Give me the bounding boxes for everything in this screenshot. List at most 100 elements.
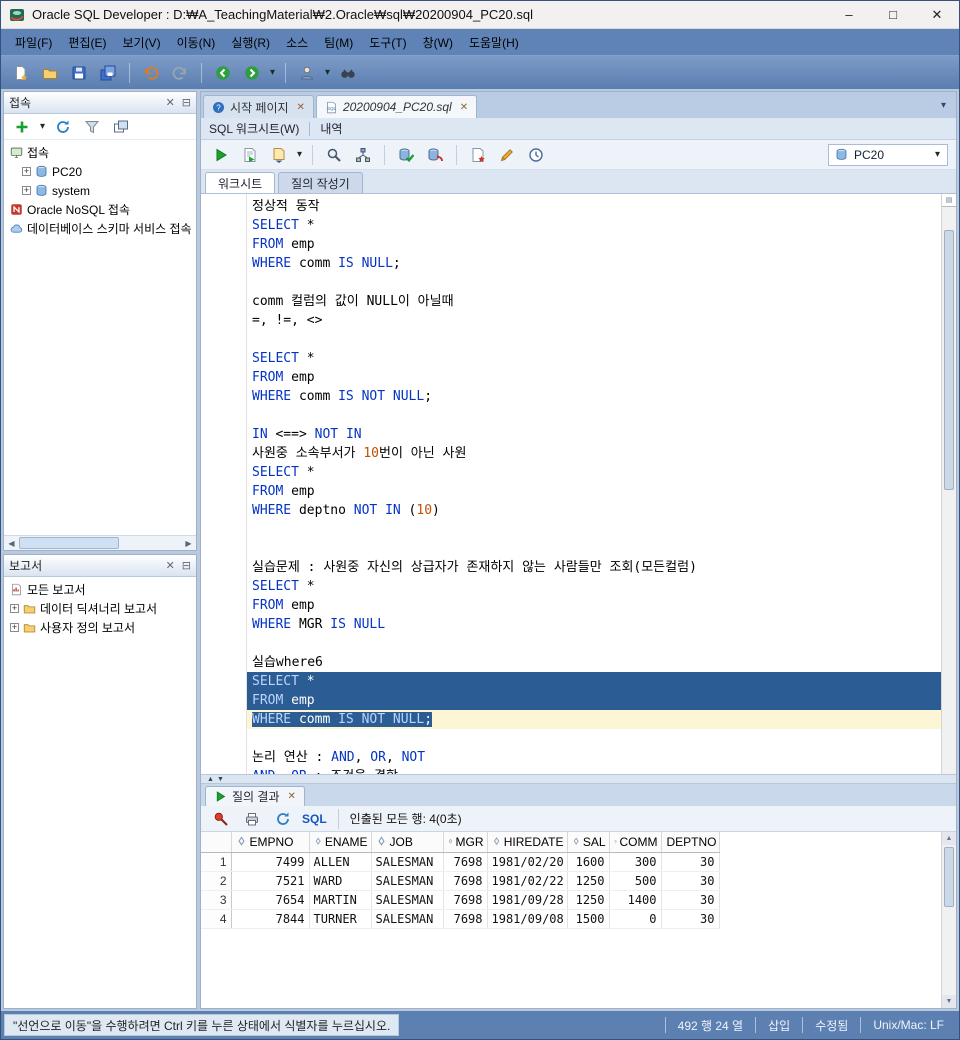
column-header[interactable]: HIREDATE [487, 832, 568, 853]
data-cell[interactable]: 300 [609, 852, 662, 872]
scroll-down-icon[interactable]: ▼ [942, 995, 956, 1008]
filter-button[interactable] [80, 115, 104, 139]
redo-button[interactable] [168, 61, 192, 85]
menu-window[interactable]: 창(W) [415, 30, 461, 55]
data-cell[interactable]: 30 [661, 909, 720, 929]
data-cell[interactable]: 7698 [443, 871, 488, 891]
editor-line[interactable] [247, 406, 941, 425]
tree-expander-icon[interactable]: + [10, 623, 19, 632]
data-cell[interactable]: SALESMAN [371, 871, 444, 891]
explain-plan-button[interactable] [351, 143, 375, 167]
editor-line[interactable]: FROM emp [247, 691, 941, 710]
menu-file[interactable]: 파일(F) [7, 30, 60, 55]
row-number-cell[interactable]: 2 [201, 871, 232, 891]
editor-scroll-thumb[interactable] [944, 229, 954, 491]
data-cell[interactable]: WARD [309, 871, 372, 891]
pin-button[interactable] [209, 807, 233, 831]
tab-sql-file[interactable]: SQL 20200904_PC20.sql ✕ [315, 95, 478, 118]
column-header[interactable]: SAL [567, 832, 610, 853]
editor-line[interactable] [247, 729, 941, 748]
combo-caret-icon[interactable]: ▾ [935, 149, 940, 160]
column-header[interactable]: JOB [371, 832, 444, 853]
editor-line[interactable]: WHERE deptno NOT IN (10) [247, 501, 941, 520]
data-cell[interactable]: 7654 [231, 890, 310, 910]
data-cell[interactable]: 7521 [231, 871, 310, 891]
splitter-up-icon[interactable]: ▲ [207, 776, 214, 783]
data-cell[interactable]: 30 [661, 890, 720, 910]
tree-item-all-reports[interactable]: 모든 보고서 [4, 580, 196, 599]
data-cell[interactable]: 30 [661, 852, 720, 872]
data-cell[interactable]: 1981/09/08 [487, 909, 568, 929]
save-all-button[interactable] [96, 61, 120, 85]
editor-line[interactable]: AND, OR : 조건을 결합 [247, 767, 941, 774]
editor-line[interactable]: WHERE MGR IS NULL [247, 615, 941, 634]
worksheet-header-label[interactable]: SQL 워크시트(W) [209, 120, 299, 137]
data-cell[interactable]: SALESMAN [371, 890, 444, 910]
dropdown-caret-icon[interactable]: ▾ [270, 67, 275, 78]
close-tab-icon[interactable]: ✕ [460, 102, 468, 113]
dropdown-caret-icon[interactable]: ▾ [40, 121, 45, 132]
splitter-down-icon[interactable]: ▼ [217, 776, 224, 783]
rownum-header[interactable] [201, 832, 232, 853]
tab-worksheet[interactable]: 워크시트 [205, 172, 276, 193]
menu-team[interactable]: 팀(M) [316, 30, 361, 55]
close-panel-button[interactable]: ✕ [166, 559, 175, 572]
editor-line[interactable] [247, 330, 941, 349]
connections-hscrollbar[interactable]: ◀ ▶ [4, 535, 196, 550]
data-cell[interactable]: 7698 [443, 909, 488, 929]
data-cell[interactable]: 1600 [567, 852, 610, 872]
tree-expander-icon[interactable]: + [22, 186, 31, 195]
run-statement-button[interactable] [209, 143, 233, 167]
editor-split-button[interactable]: ▤ [942, 194, 956, 207]
editor-line[interactable]: 논리 연산 : AND, OR, NOT [247, 748, 941, 767]
tab-list-chevron-icon[interactable]: ▾ [941, 100, 946, 111]
data-cell[interactable]: 7698 [443, 890, 488, 910]
data-cell[interactable]: 7844 [231, 909, 310, 929]
editor-line[interactable]: WHERE comm IS NULL; [247, 254, 941, 273]
column-header[interactable]: ENAME [309, 832, 372, 853]
editor-line[interactable]: 실습where6 [247, 653, 941, 672]
data-cell[interactable]: 1250 [567, 890, 610, 910]
editor-line[interactable]: FROM emp [247, 368, 941, 387]
data-cell[interactable]: 7499 [231, 852, 310, 872]
data-cell[interactable]: ALLEN [309, 852, 372, 872]
hscroll-track[interactable] [19, 536, 181, 550]
results-scroll-track[interactable] [942, 845, 956, 995]
editor-line[interactable]: WHERE comm IS NOT NULL; [247, 710, 941, 729]
editor-line[interactable]: FROM emp [247, 596, 941, 615]
menu-run[interactable]: 실행(R) [223, 30, 278, 55]
close-button[interactable]: ✕ [915, 1, 959, 28]
editor-line[interactable]: WHERE comm IS NOT NULL; [247, 387, 941, 406]
row-number-cell[interactable]: 1 [201, 852, 232, 872]
menu-navigate[interactable]: 이동(N) [169, 30, 224, 55]
hscroll-thumb[interactable] [19, 537, 120, 549]
scroll-right-icon[interactable]: ▶ [181, 539, 196, 548]
cascade-button[interactable] [109, 115, 133, 139]
history-header-label[interactable]: 내역 [320, 120, 342, 137]
editor-line[interactable]: 사원중 소속부서가 10번이 아닌 사원 [247, 444, 941, 463]
tree-item-cloud[interactable]: 데이터베이스 스키마 서비스 접속 [4, 219, 196, 238]
unshared-worksheet-button[interactable] [466, 143, 490, 167]
editor-line[interactable]: 정상적 동작 [247, 197, 941, 216]
column-header[interactable]: COMM [609, 832, 662, 853]
close-results-icon[interactable]: ✕ [288, 791, 296, 802]
minimize-panel-button[interactable]: ⊟ [182, 559, 191, 572]
data-cell[interactable]: 30 [661, 871, 720, 891]
minimize-panel-button[interactable]: ⊟ [182, 96, 191, 109]
data-cell[interactable]: 1981/02/20 [487, 852, 568, 872]
connection-selector[interactable]: PC20 ▾ [828, 143, 948, 166]
minimize-button[interactable]: – [827, 1, 871, 28]
menu-tools[interactable]: 도구(T) [361, 30, 414, 55]
scroll-left-icon[interactable]: ◀ [4, 539, 19, 548]
column-header[interactable]: DEPTNO [661, 832, 720, 853]
editor-line[interactable]: =, !=, <> [247, 311, 941, 330]
tab-query-result[interactable]: 질의 결과 ✕ [205, 786, 305, 806]
tab-start-page[interactable]: ? 시작 페이지 ✕ [203, 95, 314, 118]
editor-line[interactable]: FROM emp [247, 235, 941, 254]
column-header[interactable]: EMPNO [231, 832, 310, 853]
menu-edit[interactable]: 편집(E) [60, 30, 114, 55]
menu-help[interactable]: 도움말(H) [461, 30, 527, 55]
rollback-button[interactable] [423, 143, 447, 167]
data-cell[interactable]: 500 [609, 871, 662, 891]
refresh-button[interactable] [51, 115, 75, 139]
